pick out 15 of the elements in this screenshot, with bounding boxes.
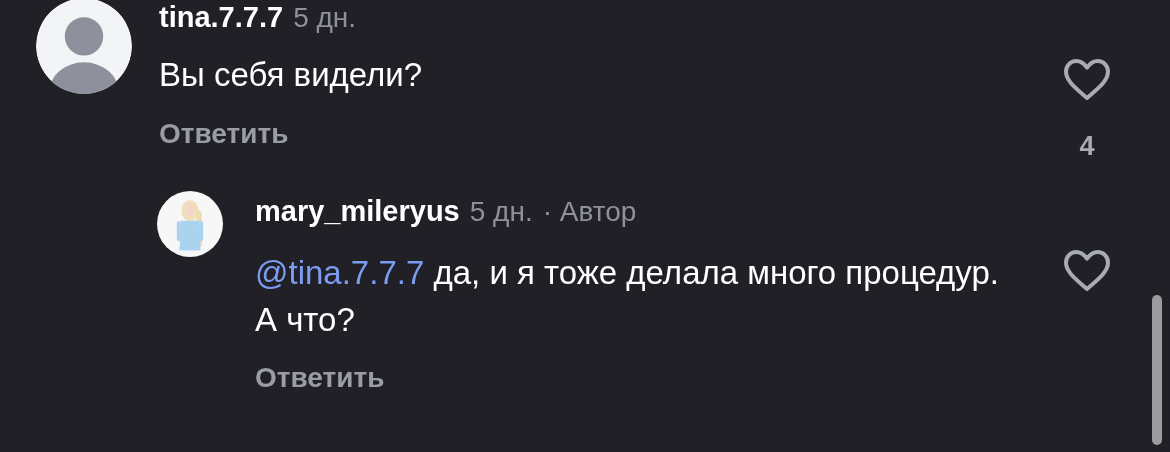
username[interactable]: mary_mileryus [255, 193, 460, 228]
reply-link[interactable]: Ответить [159, 117, 289, 151]
avatar-placeholder-icon[interactable] [36, 0, 132, 94]
mention-link[interactable]: @tina.7.7.7 [255, 253, 425, 291]
comment-text: @tina.7.7.7 да, и я тоже делала много процедур. А что? [255, 252, 1000, 340]
timestamp: 5 дн. [293, 1, 357, 35]
username[interactable]: tina.7.7.7 [159, 0, 284, 34]
reply-link[interactable]: Ответить [255, 360, 385, 395]
timestamp: 5 дн. [469, 194, 533, 229]
heart-icon[interactable] [1062, 248, 1112, 293]
scrollbar[interactable] [1152, 295, 1162, 445]
comment-text: Вы себя видели? [159, 55, 424, 95]
author-label: · Автор [542, 194, 637, 229]
heart-icon[interactable] [1062, 58, 1112, 102]
like-count: 4 [1079, 130, 1095, 163]
